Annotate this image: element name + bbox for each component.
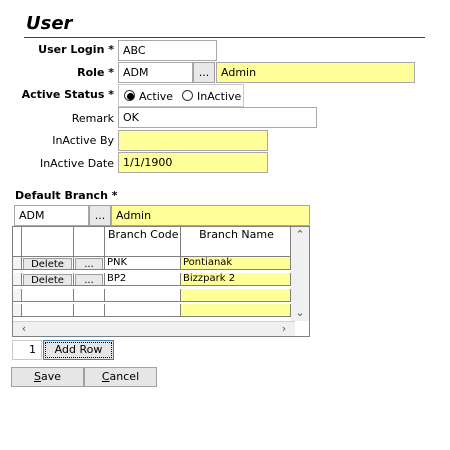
- cancel-button[interactable]: Cancel: [84, 367, 157, 387]
- remark-input[interactable]: OK: [118, 107, 317, 128]
- grid-row-header-corner: [13, 227, 22, 257]
- active-radio-label[interactable]: Active: [139, 90, 173, 103]
- save-button-label: ave: [40, 370, 61, 383]
- branch-lookup-button[interactable]: ...: [75, 258, 103, 269]
- empty-cell: [22, 289, 74, 302]
- branch-name-cell: Bizzpark 2: [181, 273, 291, 286]
- empty-cell: [74, 289, 105, 302]
- role-label: Role *: [77, 66, 114, 79]
- inactive-by-label: InActive By: [52, 134, 114, 147]
- scroll-right-icon[interactable]: ›: [279, 322, 289, 335]
- save-button-mnemonic: S: [33, 370, 41, 383]
- default-branch-lookup-button[interactable]: ...: [89, 205, 111, 226]
- inactive-radio[interactable]: [182, 90, 193, 101]
- inactive-date-label: InActive Date: [39, 157, 114, 170]
- scroll-up-icon[interactable]: ⌃: [291, 228, 309, 241]
- title-divider: [24, 37, 425, 38]
- grid-row-selector[interactable]: [13, 273, 22, 286]
- horizontal-scrollbar[interactable]: ‹ ›: [13, 321, 295, 336]
- branch-name-cell: Pontianak: [181, 257, 291, 270]
- active-status-label: Active Status *: [21, 88, 114, 101]
- row-count-field[interactable]: 1: [12, 340, 42, 360]
- save-button[interactable]: Save: [11, 367, 84, 387]
- default-branch-name-field: Admin: [111, 205, 310, 226]
- default-branch-code-input[interactable]: ADM: [14, 205, 89, 226]
- role-name-field: Admin: [216, 62, 415, 83]
- grid-header-branch-code[interactable]: Branch Code: [105, 227, 181, 257]
- empty-cell: [181, 304, 291, 317]
- delete-row-button[interactable]: Delete: [23, 274, 72, 285]
- inactive-radio-label[interactable]: InActive: [197, 90, 241, 103]
- table-row-lookup-cell: ...: [74, 257, 105, 270]
- table-row-lookup-cell: ...: [74, 273, 105, 286]
- scroll-left-icon[interactable]: ‹: [19, 322, 29, 335]
- default-branch-label: Default Branch *: [15, 189, 118, 202]
- grid-row-selector[interactable]: [13, 289, 22, 302]
- branch-lookup-button[interactable]: ...: [75, 274, 103, 285]
- cancel-button-mnemonic: C: [101, 370, 110, 383]
- user-login-input[interactable]: ABC: [118, 40, 217, 61]
- cancel-button-label: ancel: [109, 370, 140, 383]
- delete-row-button[interactable]: Delete: [23, 258, 72, 269]
- role-code-input[interactable]: ADM: [118, 62, 193, 83]
- empty-cell: [181, 289, 291, 302]
- empty-cell: [22, 304, 74, 317]
- role-lookup-button[interactable]: ...: [193, 62, 215, 83]
- add-row-button[interactable]: Add Row: [43, 340, 114, 360]
- empty-cell: [74, 304, 105, 317]
- table-row-delete-cell: Delete: [22, 273, 74, 286]
- inactive-by-field: [118, 130, 268, 151]
- empty-cell[interactable]: [105, 304, 181, 317]
- grid-header-branch-name[interactable]: Branch Name: [181, 227, 291, 257]
- grid-row-selector[interactable]: [13, 304, 22, 317]
- table-row-delete-cell: Delete: [22, 257, 74, 270]
- grid-row-selector[interactable]: [13, 257, 22, 270]
- branch-code-cell[interactable]: BP2: [105, 273, 181, 286]
- remark-label: Remark: [71, 112, 114, 125]
- empty-cell[interactable]: [105, 289, 181, 302]
- branch-code-cell[interactable]: PNK: [105, 257, 181, 270]
- grid-header-delete: [22, 227, 74, 257]
- inactive-date-field: 1/1/1900: [118, 152, 268, 173]
- scroll-down-icon[interactable]: ⌄: [291, 306, 309, 319]
- grid-header-lookup: [74, 227, 105, 257]
- user-login-label: User Login *: [38, 43, 114, 56]
- active-radio[interactable]: [124, 90, 135, 101]
- vertical-scrollbar[interactable]: ⌃ ⌄: [291, 227, 309, 321]
- page-title: User: [26, 13, 73, 34]
